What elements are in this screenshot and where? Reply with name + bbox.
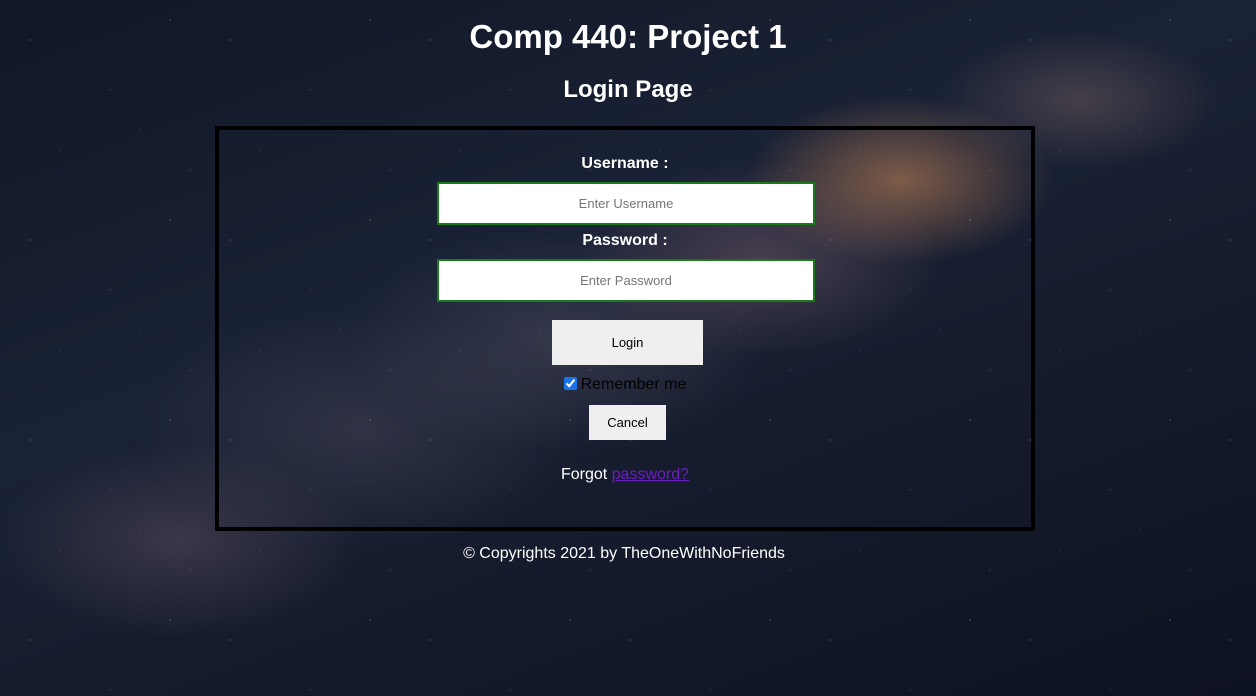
username-label: Username :: [581, 155, 669, 172]
password-input[interactable]: [437, 259, 815, 302]
page-title: Comp 440: Project 1: [469, 18, 787, 55]
forgot-prefix: Forgot: [560, 466, 608, 483]
footer-copyright: © Copyrights 2021 by TheOneWithNoFriends: [463, 545, 785, 562]
remember-me-row: Remember me: [219, 376, 1031, 394]
cancel-button[interactable]: Cancel: [589, 405, 666, 440]
password-label: Password :: [582, 232, 668, 249]
remember-me-label: Remember me: [580, 376, 687, 393]
login-button[interactable]: Login: [552, 320, 703, 365]
username-input[interactable]: [437, 182, 815, 225]
page-subtitle: Login Page: [563, 76, 693, 103]
forgot-password-row: Forgot password?: [219, 466, 1031, 484]
remember-me-checkbox[interactable]: [563, 377, 577, 390]
forgot-password-link[interactable]: password?: [612, 466, 689, 483]
login-form-container: Username : Password : Login Remember me …: [215, 126, 1035, 531]
